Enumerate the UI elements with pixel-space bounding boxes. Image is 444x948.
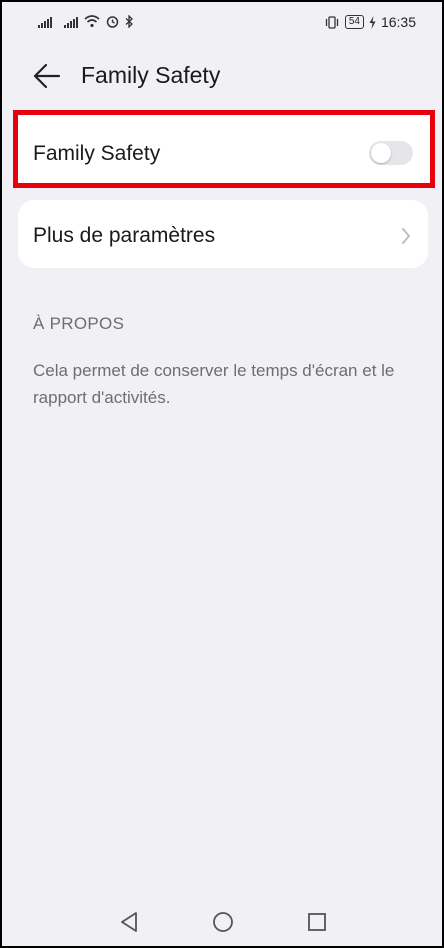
status-left [38, 15, 134, 28]
toggle-knob [371, 143, 391, 163]
status-bar: 54 16:35 [2, 2, 442, 42]
more-settings-label: Plus de paramètres [33, 224, 216, 247]
family-safety-toggle[interactable] [369, 141, 413, 165]
battery-level: 54 [348, 16, 360, 27]
wifi-icon [84, 15, 100, 28]
nav-home-icon[interactable] [211, 910, 235, 934]
signal-icon [64, 16, 78, 28]
page-title: Family Safety [81, 62, 221, 88]
battery-icon: 54 [344, 15, 364, 29]
nav-recents-icon[interactable] [305, 910, 329, 934]
vibrate-icon [325, 15, 338, 29]
status-time: 16:35 [380, 14, 416, 30]
charging-icon [369, 15, 376, 29]
family-safety-label: Family Safety [33, 142, 161, 165]
navigation-bar [2, 898, 442, 946]
about-section-title: À PROPOS [33, 314, 125, 333]
nav-back-icon[interactable] [118, 910, 142, 934]
back-arrow-icon[interactable] [32, 62, 62, 90]
header: Family Safety [2, 54, 442, 98]
signal-icon [38, 16, 52, 28]
bluetooth-icon [125, 15, 133, 28]
status-right: 54 16:35 [324, 14, 416, 30]
alarm-icon [106, 16, 119, 28]
about-description: Cela permet de conserver le temps d'écra… [33, 361, 395, 407]
chevron-right-icon [402, 228, 410, 244]
screen: 54 16:35 Family Safety Family Safety Plu… [0, 0, 444, 948]
